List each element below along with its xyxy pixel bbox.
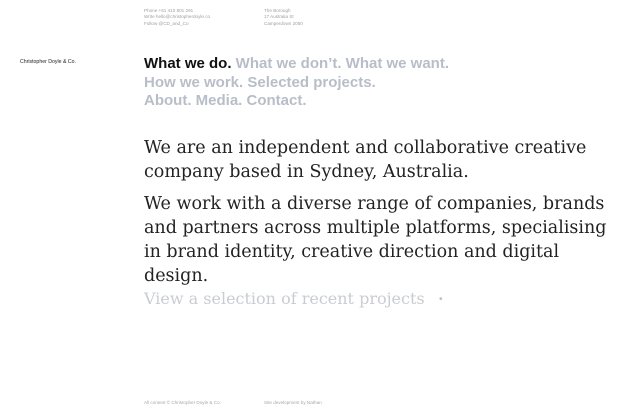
nav-what-we-want[interactable]: What we want. [346, 55, 449, 72]
contact-follow[interactable]: Follow @CD_and_Co [144, 21, 254, 27]
nav-media[interactable]: Media. [196, 92, 243, 109]
footer-credit[interactable]: Site development by Nathan [264, 400, 322, 405]
nav-what-we-do[interactable]: What we do. [144, 55, 232, 72]
footer-copyright: All content © Christopher Doyle & Co. [144, 400, 221, 405]
nav-what-we-dont[interactable]: What we don’t. [236, 55, 342, 72]
nav-selected-projects[interactable]: Selected projects. [247, 74, 375, 91]
nav-how-we-work[interactable]: How we work. [144, 74, 243, 91]
dot-icon: • [439, 294, 443, 305]
view-projects-link[interactable]: View a selection of recent projects [144, 288, 425, 310]
contact-info: Phone +61 410 801 291 Write hello@christ… [144, 8, 254, 27]
intro-paragraph: We are an independent and collaborative … [144, 138, 587, 182]
address-line-3: Camperdown 2050 [264, 20, 303, 26]
main-nav: What we do. What we don’t. What we want.… [144, 55, 614, 111]
nav-about[interactable]: About. [144, 92, 191, 109]
address: The Borough 17 Australia St Camperdown 2… [264, 8, 374, 27]
nav-contact[interactable]: Contact. [247, 92, 307, 109]
services-paragraph: We work with a diverse range of companie… [144, 194, 607, 286]
brand-logo[interactable]: Christopher Doyle & Co. [20, 59, 76, 65]
